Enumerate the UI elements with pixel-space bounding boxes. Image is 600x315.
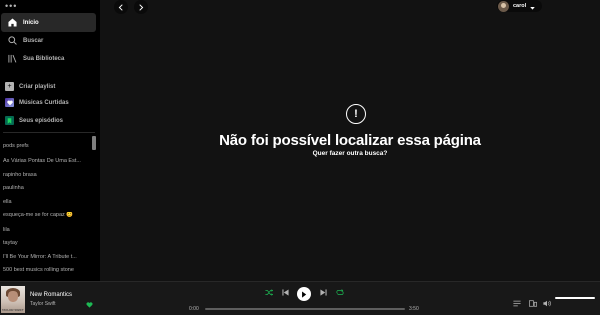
your-episodes-link[interactable]: Seus episódios bbox=[1, 113, 96, 128]
plus-icon: + bbox=[5, 82, 14, 91]
nav-item-library[interactable]: Sua Biblioteca bbox=[1, 49, 96, 68]
create-playlist-button[interactable]: + Criar playlist bbox=[1, 79, 96, 94]
nav-item-label: Início bbox=[23, 19, 39, 26]
library-icon bbox=[3, 54, 21, 63]
album-cover[interactable]: TAYLOR SWIFT bbox=[1, 286, 25, 313]
cover-tag: TAYLOR SWIFT bbox=[2, 308, 24, 312]
volume-icon[interactable] bbox=[543, 294, 551, 312]
track-title[interactable]: New Romantics bbox=[30, 292, 72, 298]
search-icon bbox=[3, 36, 21, 45]
forward-button[interactable] bbox=[134, 0, 148, 14]
sidebar: ••• Início Buscar Sua Biblioteca + Criar… bbox=[0, 0, 100, 281]
playlist-item[interactable]: lila bbox=[3, 227, 91, 233]
your-episodes-label: Seus episódios bbox=[19, 117, 64, 124]
playlist-item[interactable]: rapinho brasa bbox=[3, 172, 91, 178]
create-playlist-label: Criar playlist bbox=[19, 83, 56, 90]
next-track-icon[interactable] bbox=[320, 289, 327, 296]
playlist-item[interactable]: pods prefs bbox=[3, 143, 91, 149]
user-menu-button[interactable]: carol bbox=[497, 0, 542, 12]
page-title: Não foi possível localizar essa página bbox=[219, 132, 481, 149]
nav-item-label: Sua Biblioteca bbox=[23, 55, 65, 62]
progress-bar[interactable] bbox=[205, 308, 405, 310]
chevron-left-icon bbox=[118, 0, 124, 16]
previous-track-icon[interactable] bbox=[282, 289, 289, 296]
user-name: carol bbox=[513, 3, 527, 9]
sidebar-divider bbox=[3, 132, 95, 133]
avatar bbox=[498, 0, 509, 12]
back-button[interactable] bbox=[114, 0, 128, 14]
playlist-item[interactable]: I'll Be Your Mirror: A Tribute t... bbox=[3, 254, 98, 260]
liked-songs-label: Músicas Curtidas bbox=[19, 99, 69, 106]
now-playing-bar: TAYLOR SWIFT New Romantics Taylor Swift … bbox=[0, 281, 600, 315]
main-content: carol ! Não foi possível localizar essa … bbox=[100, 0, 600, 281]
playlist-item[interactable]: As Várias Pontas De Uma Est... bbox=[3, 158, 91, 164]
nav-item-home[interactable]: Início bbox=[1, 13, 96, 32]
playlist-item[interactable]: taytay bbox=[3, 240, 91, 246]
time-elapsed: 0:00 bbox=[189, 306, 199, 312]
search-again-link[interactable]: Quer fazer outra busca? bbox=[100, 150, 600, 157]
playlist-item[interactable]: 500 best musics rolling stone bbox=[3, 267, 98, 273]
devices-icon[interactable] bbox=[529, 294, 537, 312]
playlist-item[interactable]: paulinha bbox=[3, 185, 91, 191]
liked-songs-link[interactable]: Músicas Curtidas bbox=[1, 95, 96, 110]
nav-item-label: Buscar bbox=[23, 37, 44, 44]
more-options-icon[interactable]: ••• bbox=[5, 2, 17, 11]
repeat-icon[interactable] bbox=[336, 289, 344, 296]
shuffle-icon[interactable] bbox=[265, 289, 273, 296]
error-icon: ! bbox=[346, 104, 366, 124]
liked-heart-icon[interactable] bbox=[86, 295, 93, 313]
caret-down-icon bbox=[530, 0, 535, 15]
playlist-item[interactable]: ella bbox=[3, 199, 91, 205]
nav-item-search[interactable]: Buscar bbox=[1, 31, 96, 50]
play-icon bbox=[301, 285, 307, 303]
chevron-right-icon bbox=[138, 0, 144, 16]
playlist-item[interactable]: esqueça-me se for capaz 😊 bbox=[3, 212, 91, 218]
play-button[interactable] bbox=[297, 287, 311, 301]
volume-slider[interactable] bbox=[555, 297, 595, 299]
track-artist[interactable]: Taylor Swift bbox=[30, 301, 56, 307]
queue-icon[interactable] bbox=[513, 294, 521, 312]
heart-icon bbox=[5, 98, 14, 107]
bookmark-icon bbox=[5, 116, 14, 125]
playlist-scrollbar[interactable] bbox=[92, 136, 96, 150]
time-total: 3:50 bbox=[409, 306, 419, 312]
home-icon bbox=[3, 18, 21, 27]
